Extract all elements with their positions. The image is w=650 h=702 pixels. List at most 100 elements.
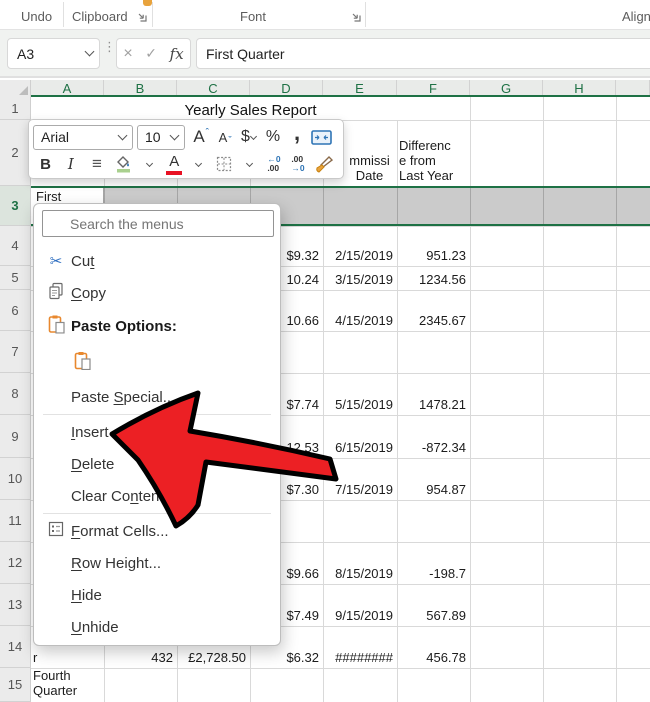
gridline xyxy=(543,188,544,224)
ribbon-group-undo: Undo xyxy=(21,9,52,24)
cell-E12[interactable]: 8/15/2019 xyxy=(325,542,393,584)
row-header-15[interactable]: 15 xyxy=(0,668,31,702)
row-header-1[interactable]: 1 xyxy=(0,97,31,120)
formula-input[interactable]: First Quarter xyxy=(196,38,650,69)
cell-F14[interactable]: 456.78 xyxy=(399,626,466,668)
format-painter-icon[interactable] xyxy=(311,152,338,176)
comma-style-button[interactable]: , xyxy=(286,125,308,149)
clipboard-dialog-launcher-icon[interactable] xyxy=(136,11,149,24)
insert-function-icon[interactable]: fx xyxy=(170,45,184,63)
cell-E13[interactable]: 9/15/2019 xyxy=(325,584,393,626)
chevron-down-icon[interactable] xyxy=(85,47,95,57)
row-header-14[interactable]: 14 xyxy=(0,626,31,668)
paste-icon xyxy=(46,315,66,338)
menu-search-input[interactable] xyxy=(42,210,274,237)
merge-center-icon[interactable] xyxy=(310,125,332,149)
cell-E2[interactable]: mmissiDate xyxy=(346,120,393,186)
menu-item-delete[interactable]: Delete xyxy=(34,448,280,480)
row-header-8[interactable]: 8 xyxy=(0,373,31,415)
paste-option-keep-source[interactable] xyxy=(34,343,280,381)
ribbon-separator xyxy=(365,2,366,27)
borders-icon[interactable] xyxy=(212,152,237,176)
row-header-7[interactable]: 7 xyxy=(0,331,31,373)
row-header-11[interactable]: 11 xyxy=(0,500,31,542)
font-color-icon[interactable]: A xyxy=(163,152,186,176)
cell-F4[interactable]: 951.23 xyxy=(399,226,466,266)
cell-E9[interactable]: 6/15/2019 xyxy=(325,415,393,458)
ribbon-group-clipboard: Clipboard xyxy=(72,9,128,24)
row-header-3[interactable]: 3 xyxy=(0,186,31,226)
chevron-down-icon xyxy=(118,130,128,140)
format-painter-partial-icon xyxy=(143,0,152,6)
row-header-10[interactable]: 10 xyxy=(0,458,31,500)
row-header-13[interactable]: 13 xyxy=(0,584,31,626)
formula-bar-handle-icon[interactable]: ⋮ xyxy=(103,44,116,50)
row-header-5[interactable]: 5 xyxy=(0,266,31,290)
font-name-combo[interactable]: Arial xyxy=(33,125,133,150)
gridline xyxy=(397,188,398,224)
name-box-value: A3 xyxy=(17,46,34,62)
cell-F10[interactable]: 954.87 xyxy=(399,458,466,500)
cell-F2[interactable]: Difference fromLast Year xyxy=(399,120,466,186)
font-color-dropdown[interactable] xyxy=(188,152,210,176)
row-header-2[interactable]: 2 xyxy=(0,120,31,186)
row-header-9[interactable]: 9 xyxy=(0,415,31,458)
cell-E14[interactable]: ######## xyxy=(325,626,393,668)
cell-E4[interactable]: 2/15/2019 xyxy=(325,226,393,266)
menu-item-paste-options[interactable]: Paste Options: xyxy=(34,309,280,343)
increase-decimal-icon[interactable]: ←0.00 xyxy=(263,152,285,176)
menu-item-label: Copy xyxy=(71,285,106,302)
menu-item-label: Cut xyxy=(71,253,94,270)
menu-item-label: Clear Contents xyxy=(71,488,171,505)
menu-item-clear-contents[interactable]: Clear Contents xyxy=(34,480,280,512)
name-box[interactable]: A3 xyxy=(7,38,100,69)
font-dialog-launcher-icon[interactable] xyxy=(350,11,363,24)
cell-A15[interactable]: FourthQuarter xyxy=(33,668,100,702)
menu-item-insert[interactable]: Insert xyxy=(34,416,280,448)
menu-item-label: Unhide xyxy=(71,619,119,636)
cell-F9[interactable]: -872.34 xyxy=(399,415,466,458)
cell-F13[interactable]: 567.89 xyxy=(399,584,466,626)
select-all-corner[interactable] xyxy=(0,80,31,97)
menu-item-hide[interactable]: Hide xyxy=(34,579,280,611)
menu-item-cut[interactable]: ✂ Cut xyxy=(34,245,280,277)
cell-title-A1[interactable]: Yearly Sales Report xyxy=(31,97,470,120)
cell-E5[interactable]: 3/15/2019 xyxy=(325,266,393,290)
cell-F12[interactable]: -198.7 xyxy=(399,542,466,584)
cancel-icon[interactable]: × xyxy=(123,45,132,63)
borders-dropdown[interactable] xyxy=(239,152,261,176)
row-header-12[interactable]: 12 xyxy=(0,542,31,584)
menu-item-format-cells[interactable]: Format Cells... xyxy=(34,515,280,547)
menu-separator xyxy=(43,414,271,415)
cell-F5[interactable]: 1234.56 xyxy=(399,266,466,290)
shrink-font-button[interactable]: Aˇ xyxy=(214,125,236,149)
menu-item-label: Delete xyxy=(71,456,114,473)
cell-F6[interactable]: 2345.67 xyxy=(399,290,466,331)
ribbon-separator xyxy=(63,2,64,27)
cell-E6[interactable]: 4/15/2019 xyxy=(325,290,393,331)
percent-style-button[interactable]: % xyxy=(262,125,284,149)
fill-color-dropdown[interactable] xyxy=(139,152,161,176)
grow-font-button[interactable]: Aˆ xyxy=(190,125,212,149)
font-size-combo[interactable]: 10 xyxy=(137,125,185,150)
row-header-4[interactable]: 4 xyxy=(0,226,31,266)
menu-item-paste-special[interactable]: Paste Special... xyxy=(34,381,280,413)
cell-E8[interactable]: 5/15/2019 xyxy=(325,373,393,415)
align-center-icon[interactable]: ≡ xyxy=(84,152,109,176)
ribbon-group-alignment: Alignme xyxy=(622,9,650,24)
decrease-decimal-icon[interactable]: .00→0 xyxy=(287,152,309,176)
scissors-icon: ✂ xyxy=(46,252,66,270)
enter-icon[interactable]: ✓ xyxy=(145,45,157,62)
menu-item-row-height[interactable]: Row Height... xyxy=(34,547,280,579)
bold-button[interactable]: B xyxy=(34,152,57,176)
ribbon-group-font: Font xyxy=(240,9,266,24)
cell-E10[interactable]: 7/15/2019 xyxy=(325,458,393,500)
menu-item-copy[interactable]: Copy xyxy=(34,277,280,309)
row-header-6[interactable]: 6 xyxy=(0,290,31,331)
menu-item-label: Paste Options: xyxy=(71,318,177,335)
menu-item-unhide[interactable]: Unhide xyxy=(34,611,280,643)
cell-F8[interactable]: 1478.21 xyxy=(399,373,466,415)
accounting-format-button[interactable]: $ xyxy=(238,125,260,149)
fill-color-icon[interactable] xyxy=(112,152,137,176)
italic-button[interactable]: I xyxy=(59,152,82,176)
